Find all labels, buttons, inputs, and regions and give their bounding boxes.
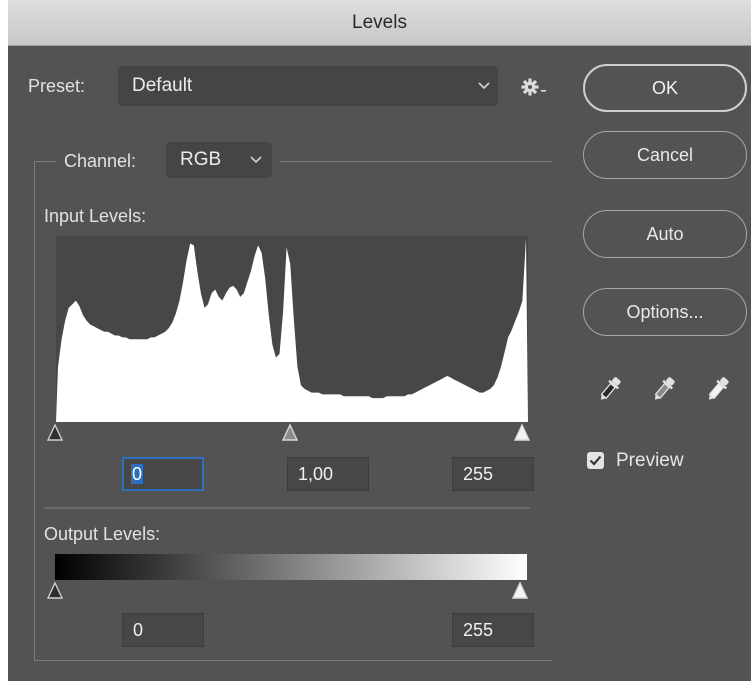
group-border-left [34, 161, 35, 661]
output-black-value: 0 [133, 620, 144, 640]
chevron-down-icon [478, 82, 490, 90]
input-gamma-handle[interactable] [281, 423, 299, 441]
options-button-label: Options... [626, 302, 704, 322]
chevron-down-icon [250, 156, 262, 164]
input-gamma-value: 1,00 [298, 464, 334, 484]
title-bar[interactable]: Levels [8, 0, 751, 46]
input-black-field[interactable]: 0 [122, 457, 204, 491]
group-border-top-right [280, 161, 552, 162]
levels-dialog: Levels Preset: Default Channel: RGB Inpu… [0, 0, 751, 681]
ok-button-label: OK [651, 78, 678, 98]
preview-label[interactable]: Preview [616, 450, 684, 472]
output-white-field[interactable]: 255 [452, 613, 534, 647]
input-levels-label: Input Levels: [44, 206, 147, 226]
window-title: Levels [352, 12, 407, 33]
input-white-handle[interactable] [513, 423, 531, 441]
preset-value: Default [132, 75, 193, 96]
histogram-graph [56, 238, 528, 422]
channel-label: Channel: [64, 151, 137, 171]
preset-dropdown[interactable]: Default [118, 66, 498, 106]
levels-separator [44, 507, 530, 509]
output-black-field[interactable]: 0 [122, 613, 204, 647]
ok-button[interactable]: OK [583, 64, 747, 112]
checkmark-icon [589, 455, 602, 466]
gear-icon[interactable] [520, 76, 548, 98]
output-levels-label: Output Levels: [44, 524, 161, 544]
output-black-handle[interactable] [46, 581, 64, 599]
options-button[interactable]: Options... [583, 288, 747, 336]
input-black-value: 0 [131, 464, 144, 484]
auto-button[interactable]: Auto [583, 210, 747, 258]
channel-dropdown[interactable]: RGB [166, 142, 272, 178]
group-border-bottom [34, 660, 552, 661]
output-levels-slider[interactable] [44, 580, 534, 602]
group-border-top-left [34, 161, 56, 162]
auto-button-label: Auto [646, 224, 684, 244]
cancel-button[interactable]: Cancel [583, 131, 747, 179]
output-white-value: 255 [463, 620, 494, 640]
preset-label: Preset: [28, 76, 86, 96]
input-black-handle[interactable] [46, 423, 64, 441]
input-white-value: 255 [463, 464, 494, 484]
output-white-handle[interactable] [511, 581, 529, 599]
output-gradient-bar [55, 554, 527, 580]
window-edge [0, 0, 8, 681]
input-white-field[interactable]: 255 [452, 457, 534, 491]
input-gamma-field[interactable]: 1,00 [287, 457, 369, 491]
gray-point-eyedropper-icon[interactable] [650, 374, 678, 404]
channel-value: RGB [180, 149, 222, 170]
black-point-eyedropper-icon[interactable] [596, 374, 624, 404]
preview-checkbox[interactable] [587, 452, 604, 469]
white-point-eyedropper-icon[interactable] [704, 374, 732, 404]
histogram-fill [56, 238, 528, 422]
histogram [56, 236, 528, 422]
input-levels-slider[interactable] [44, 422, 534, 444]
cancel-button-label: Cancel [636, 145, 694, 165]
